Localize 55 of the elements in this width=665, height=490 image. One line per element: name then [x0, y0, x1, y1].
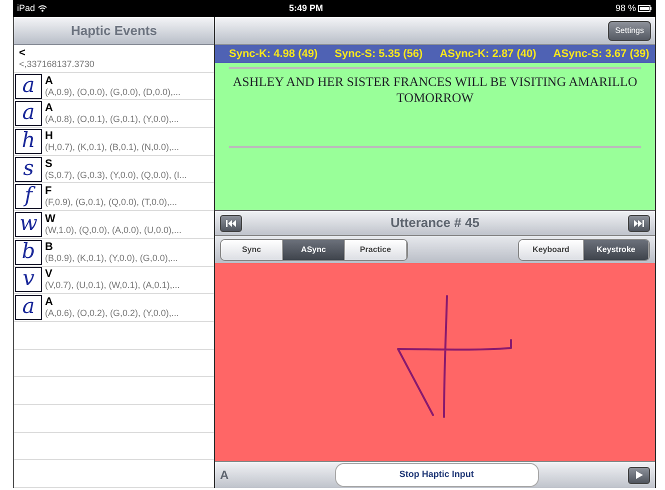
row-title: <	[19, 46, 26, 59]
row-title: S	[45, 158, 54, 170]
handwriting-thumbnail: h	[15, 128, 42, 154]
handwriting-thumbnail: b	[15, 240, 42, 265]
row-title: A	[45, 296, 54, 308]
segment-tab[interactable]: Keyboard	[519, 240, 584, 260]
row-title: H	[45, 130, 54, 142]
row-detail: (A,0.6), (O,0.2), (G,0.2), (Y,0.0),...	[45, 308, 179, 320]
battery-percent: 98 %	[615, 2, 636, 15]
rewind-button[interactable]	[220, 214, 242, 232]
fast-forward-icon	[634, 220, 644, 226]
score-text: ASync-S: 3.67 (39)	[553, 46, 650, 62]
handwriting-thumbnail: s	[15, 156, 42, 182]
row-detail: (A,0.9), (O,0.0), (G,0.0), (D,0.0),...	[45, 86, 181, 98]
handwriting-thumbnail: a	[15, 74, 42, 99]
recognized-letter: A	[220, 467, 229, 484]
score-text: ASync-K: 2.87 (40)	[440, 46, 536, 62]
row-title: A	[45, 102, 54, 114]
segment-tab[interactable]: ASync	[283, 240, 345, 260]
play-icon	[636, 471, 642, 479]
row-detail: (F,0.9), (G,0.1), (Q,0.0), (T,0.0),...	[45, 197, 178, 208]
fast-forward-button[interactable]	[628, 214, 650, 232]
score-text: Sync-K: 4.98 (49)	[229, 46, 318, 62]
panel-title: Haptic Events	[71, 22, 157, 40]
score-text: Sync-S: 5.35 (56)	[334, 46, 423, 62]
handwriting-thumbnail: w	[15, 212, 42, 237]
utterance-label: Utterance # 45	[390, 214, 480, 232]
handwriting-thumbnail: a	[15, 101, 42, 126]
row-title: V	[45, 268, 54, 280]
segment-tab[interactable]: Sync	[221, 240, 283, 260]
row-title: W	[45, 212, 56, 225]
segment-tab[interactable]: Keystroke	[584, 240, 649, 260]
rewind-icon	[226, 220, 236, 226]
row-detail: (V,0.7), (U,0.1), (W,0.1), (A,0.1),...	[45, 280, 180, 292]
row-detail: (A,0.8), (O,0.1), (G,0.1), (Y,0.0),...	[45, 114, 179, 126]
row-detail: (S,0.7), (G,0.3), (Y,0.0), (Q,0.0), (I...	[45, 170, 187, 181]
clock-time: 5:49 PM	[289, 2, 324, 15]
play-button[interactable]	[628, 466, 650, 484]
sentence-text: ASHLEY AND HER SISTER FRANCES WILL BE VISITING AMARILLO TOMORROW	[232, 73, 638, 106]
stop-haptic-input-button[interactable]: Stop Haptic Input	[334, 463, 539, 487]
settings-button[interactable]: Settings	[608, 20, 651, 40]
row-title: B	[45, 240, 54, 253]
row-title: A	[45, 74, 54, 87]
device-name: iPad	[17, 2, 36, 15]
row-detail: (B,0.9), (K,0.1), (Y,0.0), (G,0.0),...	[45, 252, 178, 264]
row-detail: (W,1.0), (Q,0.0), (A,0.0), (U,0.0),...	[45, 224, 182, 236]
handwriting-thumbnail: a	[15, 295, 42, 320]
handwriting-thumbnail: f	[15, 184, 42, 210]
handwriting-thumbnail: v	[15, 267, 42, 292]
battery-icon	[638, 5, 652, 12]
row-detail: <,337168137.3730	[19, 58, 94, 70]
row-detail: (H,0.7), (K,0.1), (B,0.1), (N,0.0),...	[45, 142, 180, 153]
segment-tab[interactable]: Practice	[345, 240, 407, 260]
row-title: F	[45, 185, 53, 198]
wifi-icon	[38, 5, 48, 12]
